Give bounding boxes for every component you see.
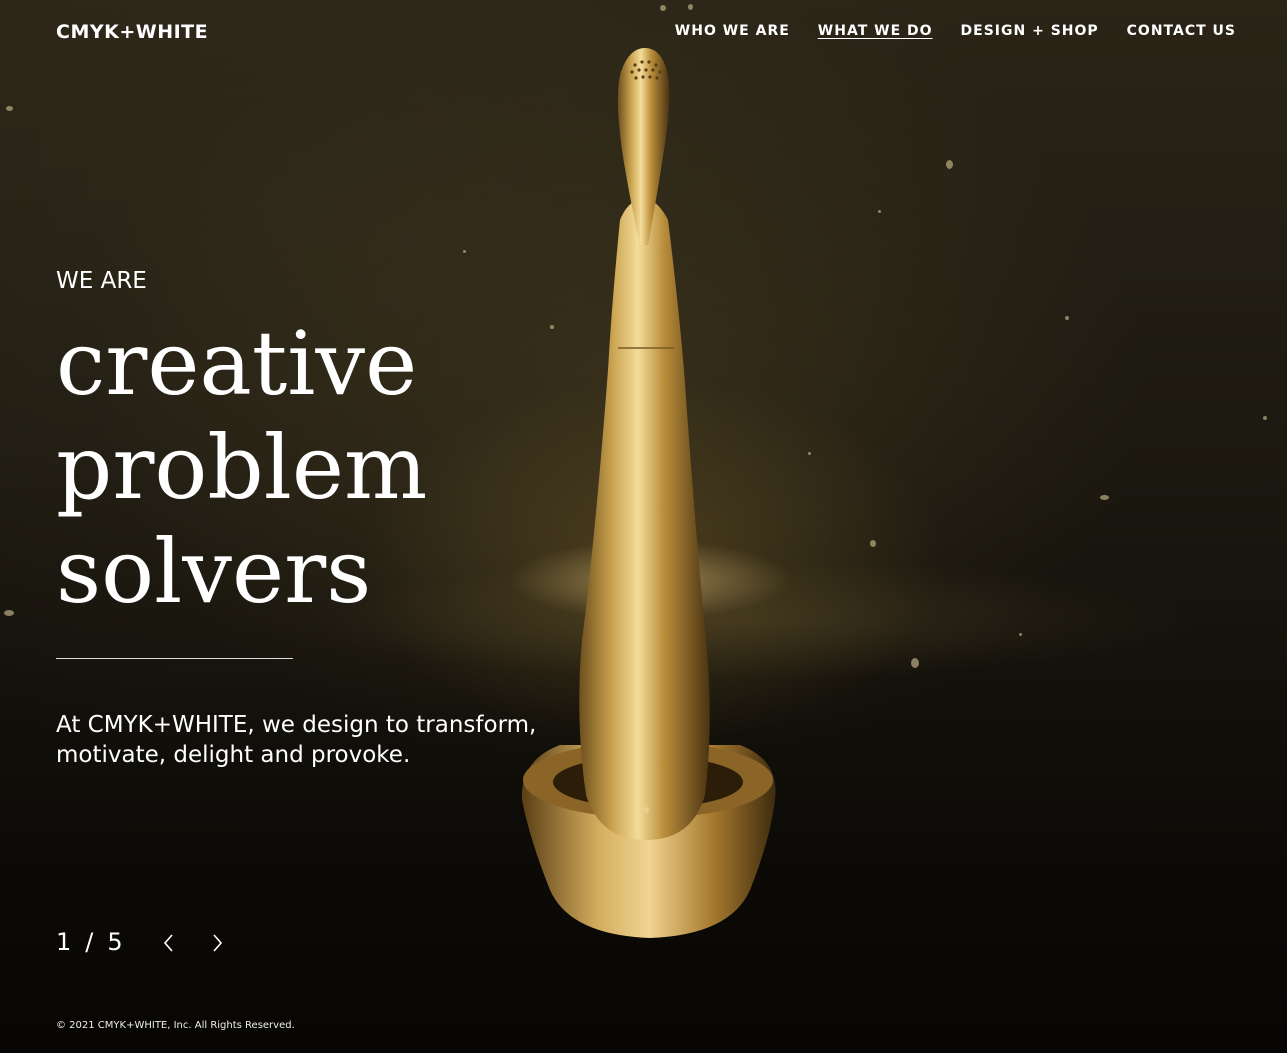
nav-item-who-we-are[interactable]: WHO WE ARE xyxy=(675,23,790,39)
chevron-right-icon xyxy=(213,934,223,952)
nav-item-contact-us[interactable]: CONTACT US xyxy=(1127,23,1236,39)
slide-current: 1 xyxy=(56,928,72,956)
particle-decoration xyxy=(1065,316,1069,320)
particle-decoration xyxy=(1019,633,1022,636)
slide-counter: 1 / 5 xyxy=(56,928,123,956)
hero-page: CMYK+WHITE WHO WE ARE WHAT WE DO DESIGN … xyxy=(0,0,1287,1053)
next-slide-button[interactable] xyxy=(205,930,231,956)
slide-total: 5 xyxy=(107,928,123,956)
hero-headline: creative problem solvers xyxy=(56,312,427,624)
headline-line: problem xyxy=(56,416,428,519)
particle-decoration xyxy=(1100,495,1109,500)
hero-tagline: At CMYK+WHITE, we design to transform, m… xyxy=(56,710,576,770)
nav-item-what-we-do[interactable]: WHAT WE DO xyxy=(818,23,933,39)
brand-logo[interactable]: CMYK+WHITE xyxy=(56,21,208,43)
particle-decoration xyxy=(878,210,881,213)
tagline-line: motivate, delight and provoke. xyxy=(56,742,411,768)
chevron-left-icon xyxy=(163,934,173,952)
gold-product-image xyxy=(510,48,790,938)
prev-slide-button[interactable] xyxy=(157,930,183,956)
headline-line: creative xyxy=(56,312,418,415)
footer-copyright: © 2021 CMYK+WHITE, Inc. All Rights Reser… xyxy=(56,1020,295,1031)
particle-decoration xyxy=(6,106,13,111)
nav-item-design-shop[interactable]: DESIGN + SHOP xyxy=(961,23,1099,39)
slide-separator: / xyxy=(85,928,94,956)
headline-line: solvers xyxy=(56,520,372,623)
particle-decoration xyxy=(4,610,14,616)
hero-eyebrow: WE ARE xyxy=(56,268,147,294)
tagline-line: At CMYK+WHITE, we design to transform, xyxy=(56,712,537,738)
divider xyxy=(56,658,293,659)
particle-decoration xyxy=(688,4,693,10)
particle-decoration xyxy=(463,250,466,253)
particle-decoration xyxy=(870,540,876,547)
particle-decoration xyxy=(911,658,919,668)
particle-decoration xyxy=(660,5,666,11)
particle-decoration xyxy=(808,452,811,455)
particle-decoration xyxy=(946,160,953,169)
particle-decoration xyxy=(1263,416,1267,420)
main-nav: WHO WE ARE WHAT WE DO DESIGN + SHOP CONT… xyxy=(675,23,1236,39)
